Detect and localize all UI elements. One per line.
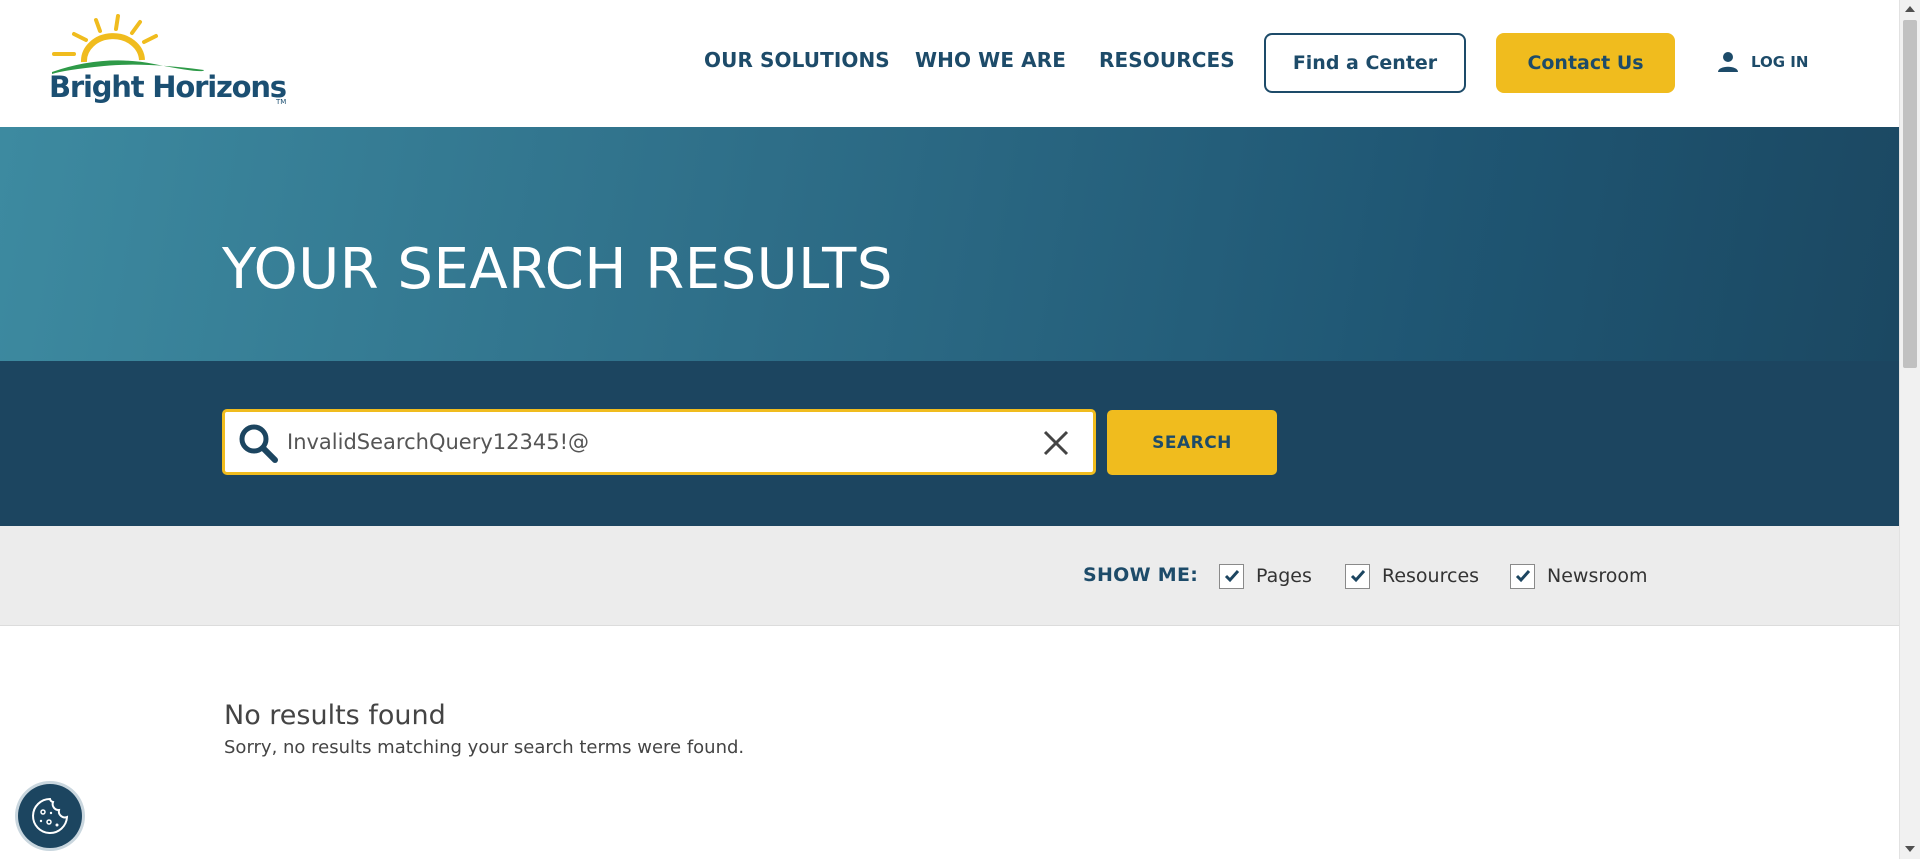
user-icon <box>1718 52 1738 72</box>
site-header: Bright Horizons TM OUR SOLUTIONS WHO WE … <box>0 0 1899 127</box>
filter-newsroom-label: Newsroom <box>1547 565 1648 587</box>
filter-resources[interactable]: Resources <box>1345 562 1479 590</box>
contact-us-button[interactable]: Contact Us <box>1496 33 1675 93</box>
close-icon[interactable] <box>1040 427 1072 459</box>
login-link[interactable]: LOG IN <box>1717 44 1808 80</box>
hero-banner: YOUR SEARCH RESULTS <box>0 127 1899 361</box>
no-results-message: Sorry, no results matching your search t… <box>224 737 745 758</box>
cookie-settings-button[interactable] <box>18 784 82 848</box>
cookie-icon <box>32 797 69 834</box>
search-icon <box>239 424 278 463</box>
filter-bar: SHOW ME: Pages Resources Newsroom <box>0 526 1899 626</box>
search-button[interactable]: SEARCH <box>1107 410 1277 475</box>
brand-wordmark: Bright Horizons <box>49 70 287 104</box>
filter-pages-label: Pages <box>1256 565 1312 587</box>
pages-checkbox[interactable] <box>1219 563 1244 589</box>
search-input[interactable] <box>287 421 1007 463</box>
filter-newsroom[interactable]: Newsroom <box>1510 562 1648 590</box>
page-scrollbar[interactable] <box>1899 0 1920 859</box>
nav-who-we-are[interactable]: WHO WE ARE <box>915 48 1066 72</box>
filter-pages[interactable]: Pages <box>1219 562 1312 590</box>
nav-our-solutions[interactable]: OUR SOLUTIONS <box>704 48 890 72</box>
brand-logo[interactable]: Bright Horizons TM <box>44 14 294 112</box>
page-title: YOUR SEARCH RESULTS <box>222 237 893 302</box>
newsroom-checkbox[interactable] <box>1510 563 1535 589</box>
checkmark-icon <box>1350 570 1365 583</box>
login-label: LOG IN <box>1751 53 1809 71</box>
filter-resources-label: Resources <box>1382 565 1480 587</box>
scroll-thumb[interactable] <box>1903 20 1917 368</box>
find-a-center-button[interactable]: Find a Center <box>1264 33 1466 93</box>
trademark-mark: TM <box>276 98 287 106</box>
checkmark-icon <box>1515 570 1530 583</box>
scroll-down-arrow-icon[interactable] <box>1905 846 1915 852</box>
search-section: SEARCH <box>0 361 1899 526</box>
page: Bright Horizons TM OUR SOLUTIONS WHO WE … <box>0 0 1920 859</box>
scroll-up-arrow-icon[interactable] <box>1905 6 1915 12</box>
search-box <box>222 409 1096 475</box>
show-me-label: SHOW ME: <box>1083 564 1199 586</box>
no-results-heading: No results found <box>224 700 446 731</box>
resources-checkbox[interactable] <box>1345 563 1370 589</box>
nav-resources[interactable]: RESOURCES <box>1099 48 1235 72</box>
checkmark-icon <box>1224 570 1239 583</box>
